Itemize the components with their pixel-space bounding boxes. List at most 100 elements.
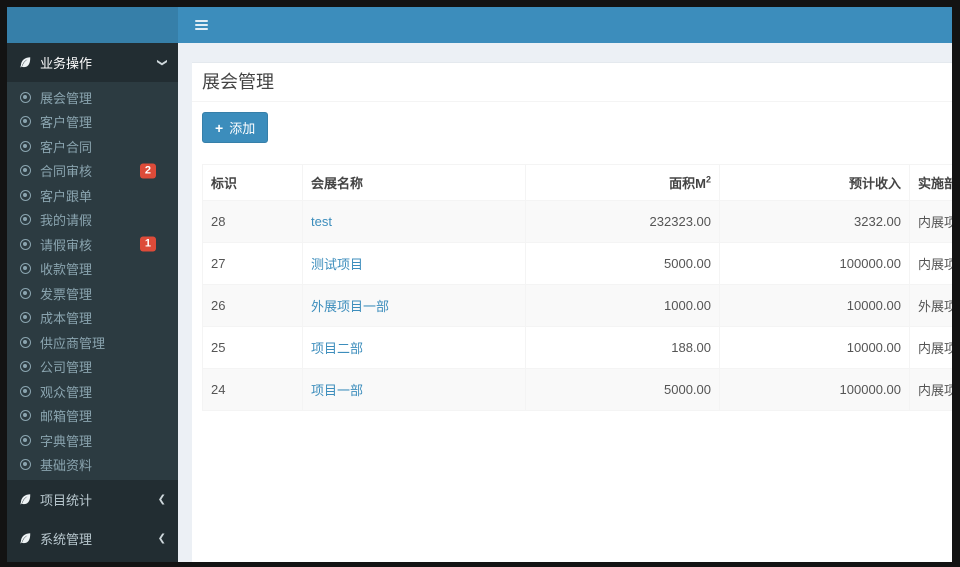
sidebar-item-mailbox-mgmt[interactable]: 邮箱管理 (7, 404, 178, 429)
sidebar-item-leave-review[interactable]: 请假审核 1 (7, 232, 178, 257)
cell-area: 5000.00 (525, 368, 720, 411)
sidebar-treeview-menu: 展会管理 客户管理 客户合同 合同审核 2 客户跟单 我的请假 请假审核 1 收款管… (7, 82, 178, 480)
sidebar-item-collection-mgmt[interactable]: 收款管理 (7, 257, 178, 282)
cell-id: 25 (202, 326, 303, 369)
cell-id: 24 (202, 368, 303, 411)
cell-area: 232323.00 (525, 200, 720, 243)
cell-dept: 内展项目 (909, 200, 952, 243)
circle-dot-icon (20, 91, 31, 103)
circle-dot-icon (20, 189, 31, 201)
sidebar-item-customer-mgmt[interactable]: 客户管理 (7, 110, 178, 135)
sidebar-item-my-leave[interactable]: 我的请假 (7, 208, 178, 233)
circle-dot-icon (20, 312, 31, 324)
cell-income: 100000.00 (719, 368, 910, 411)
cell-name: test (302, 200, 526, 243)
circle-dot-icon (20, 434, 31, 446)
cell-area: 5000.00 (525, 242, 720, 285)
plus-icon: + (215, 119, 224, 136)
chevron-down-icon: ❮ (156, 58, 168, 67)
leaf-icon (19, 56, 32, 69)
app-window: 业务操作 ❮ 展会管理 客户管理 客户合同 合同审核 2 客户跟单 我的请假 请假… (7, 7, 952, 562)
sidebar-section-label: 业务操作 (40, 56, 93, 71)
cell-id: 26 (202, 284, 303, 327)
sidebar-item-company-mgmt[interactable]: 公司管理 (7, 355, 178, 380)
sidebar-item-dictionary-mgmt[interactable]: 字典管理 (7, 428, 178, 453)
chevron-left-icon: ❮ (157, 533, 166, 544)
exhibition-table: 标识 会展名称 面积M2 预计收入 实施部门 28 test 2 (202, 164, 952, 411)
circle-dot-icon (20, 140, 31, 152)
content-area: 展会管理 + 添加 标识 会展名称 面积M2 预计收入 实施 28 test 2… (178, 43, 952, 562)
col-header-id: 标识 (202, 164, 303, 201)
content-box: 展会管理 + 添加 标识 会展名称 面积M2 预计收入 实施 28 test 2… (192, 62, 952, 562)
sidebar-section-label: 系统管理 (40, 532, 93, 547)
cell-area: 188.00 (525, 326, 720, 369)
cell-area: 1000.00 (525, 284, 720, 327)
hamburger-icon (195, 20, 208, 22)
sidebar-section-system-mgmt[interactable]: 系统管理 ❮ (7, 519, 178, 558)
sidebar-item-contract-review[interactable]: 合同审核 2 (7, 159, 178, 184)
top-navbar (7, 7, 952, 43)
table-row: 28 test 232323.00 3232.00 内展项目 (202, 200, 952, 243)
circle-dot-icon (20, 336, 31, 348)
exhibition-name-link[interactable]: 项目一部 (311, 383, 363, 398)
chevron-left-icon: ❮ (157, 494, 166, 505)
sidebar-item-cost-mgmt[interactable]: 成本管理 (7, 306, 178, 331)
col-header-area: 面积M2 (525, 164, 720, 201)
leaf-icon (19, 493, 32, 506)
cell-income: 100000.00 (719, 242, 910, 285)
sidebar-item-exhibition-mgmt[interactable]: 展会管理 (7, 85, 178, 110)
cell-name: 外展项目一部 (302, 284, 526, 327)
circle-dot-icon (20, 263, 31, 275)
notification-badge: 1 (139, 236, 156, 252)
circle-dot-icon (20, 238, 31, 250)
notification-badge: 2 (139, 163, 156, 179)
sidebar-item-audience-mgmt[interactable]: 观众管理 (7, 379, 178, 404)
sidebar-section-business-ops[interactable]: 业务操作 ❮ (7, 43, 178, 82)
sidebar-item-basic-data[interactable]: 基础资料 (7, 453, 178, 478)
table-row: 25 项目二部 188.00 10000.00 内展项目 (202, 326, 952, 369)
screenshot-frame: 业务操作 ❮ 展会管理 客户管理 客户合同 合同审核 2 客户跟单 我的请假 请假… (0, 0, 960, 567)
logo-area (7, 7, 178, 43)
exhibition-name-link[interactable]: test (311, 214, 332, 229)
cell-name: 测试项目 (302, 242, 526, 285)
exhibition-name-link[interactable]: 项目二部 (311, 341, 363, 356)
circle-dot-icon (20, 459, 31, 471)
sidebar-section-project-stats[interactable]: 项目统计 ❮ (7, 480, 178, 519)
box-body: + 添加 标识 会展名称 面积M2 预计收入 实施 28 test 232323… (192, 102, 952, 421)
table-row: 27 测试项目 5000.00 100000.00 内展项目 (202, 242, 952, 285)
col-header-dept: 实施部门 (909, 164, 952, 201)
table-row: 26 外展项目一部 1000.00 10000.00 外展项目 (202, 284, 952, 327)
table-row: 24 项目一部 5000.00 100000.00 内展项目 (202, 368, 952, 411)
sidebar-item-customer-follow[interactable]: 客户跟单 (7, 183, 178, 208)
cell-dept: 外展项目 (909, 284, 952, 327)
cell-income: 3232.00 (719, 200, 910, 243)
sidebar-section-label: 项目统计 (40, 493, 93, 508)
sidebar-item-supplier-mgmt[interactable]: 供应商管理 (7, 330, 178, 355)
circle-dot-icon (20, 385, 31, 397)
page-title: 展会管理 (202, 72, 274, 92)
cell-income: 10000.00 (719, 326, 910, 369)
cell-dept: 内展项目 (909, 242, 952, 285)
exhibition-name-link[interactable]: 外展项目一部 (311, 299, 389, 314)
sidebar-toggle-button[interactable] (191, 16, 212, 34)
add-button[interactable]: + 添加 (202, 112, 269, 143)
exhibition-name-link[interactable]: 测试项目 (311, 257, 363, 272)
leaf-icon (19, 532, 32, 545)
cell-income: 10000.00 (719, 284, 910, 327)
cell-dept: 内展项目 (909, 326, 952, 369)
sidebar: 业务操作 ❮ 展会管理 客户管理 客户合同 合同审核 2 客户跟单 我的请假 请假… (7, 43, 178, 562)
circle-dot-icon (20, 116, 31, 128)
cell-name: 项目一部 (302, 368, 526, 411)
sidebar-item-invoice-mgmt[interactable]: 发票管理 (7, 281, 178, 306)
navbar-main (178, 7, 952, 43)
col-header-income: 预计收入 (719, 164, 910, 201)
cell-id: 27 (202, 242, 303, 285)
cell-name: 项目二部 (302, 326, 526, 369)
circle-dot-icon (20, 410, 31, 422)
circle-dot-icon (20, 287, 31, 299)
table-header-row: 标识 会展名称 面积M2 预计收入 实施部门 (202, 164, 952, 201)
circle-dot-icon (20, 214, 31, 226)
box-header: 展会管理 (192, 63, 952, 102)
col-header-name: 会展名称 (302, 164, 526, 201)
sidebar-item-customer-contract[interactable]: 客户合同 (7, 134, 178, 159)
